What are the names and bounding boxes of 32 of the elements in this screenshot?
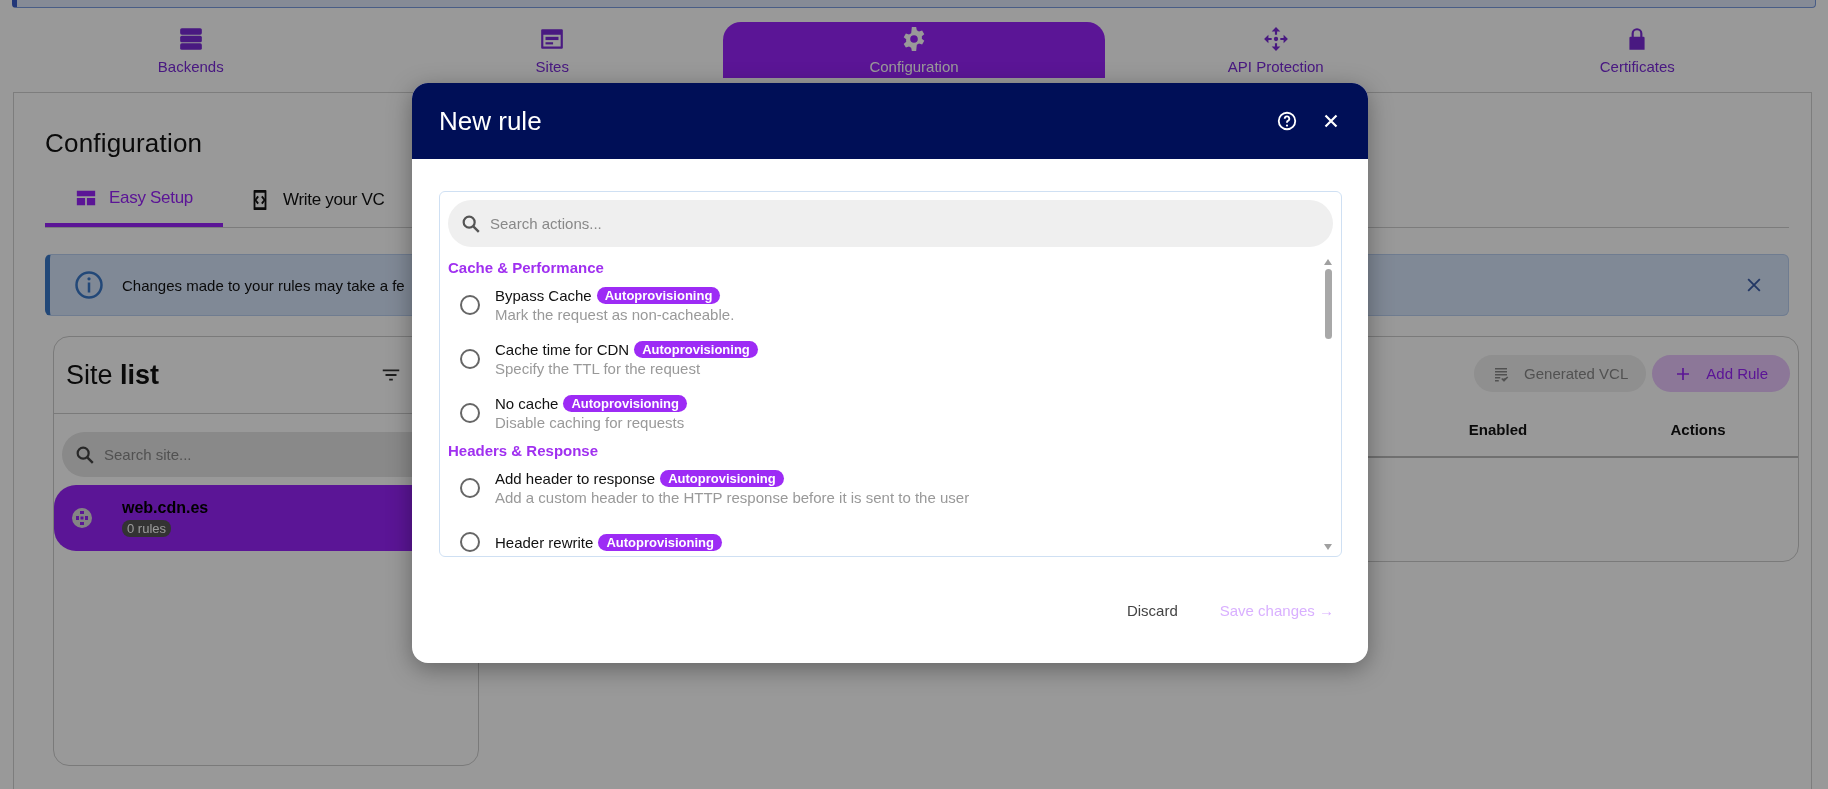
discard-button[interactable]: Discard bbox=[1116, 595, 1188, 625]
autoprovisioning-badge: Autoprovisioning bbox=[634, 341, 758, 358]
banner-message: Changes made to your rules may take a fe bbox=[122, 276, 406, 294]
site-name: web.cdn.es bbox=[122, 499, 209, 517]
nav-tab[interactable]: Backends bbox=[10, 22, 372, 78]
rule-count-badge: 0 rules bbox=[122, 520, 172, 537]
autoprovisioning-badge: Autoprovisioning bbox=[563, 395, 687, 412]
action-name: Cache time for CDN bbox=[495, 341, 630, 358]
column-header: Actions bbox=[1669, 420, 1727, 438]
action-description: Mark the request as non-cacheable. bbox=[495, 306, 735, 323]
tab[interactable]: Write your VC bbox=[222, 173, 415, 227]
action-name: Header rewrite bbox=[495, 533, 594, 551]
autoprovisioning-badge: Autoprovisioning bbox=[660, 470, 784, 487]
search-field[interactable]: Search actions... bbox=[448, 200, 1333, 247]
page-title: Configuration bbox=[45, 127, 204, 160]
generated-vcl-button[interactable]: Generated VCL bbox=[1474, 355, 1647, 392]
action-description: Add a custom header to the HTTP response before it is sent to the user bbox=[495, 489, 970, 506]
panel-title: Site list bbox=[66, 359, 161, 391]
add-rule-button[interactable]: Add Rule bbox=[1652, 355, 1790, 392]
dialog-title: New rule bbox=[439, 105, 543, 137]
nav-tab[interactable]: Certificates bbox=[1456, 22, 1818, 78]
nav-tab[interactable]: Configuration bbox=[723, 22, 1105, 78]
action-name: Bypass Cache bbox=[495, 287, 592, 304]
autoprovisioning-badge: Autoprovisioning bbox=[596, 287, 721, 304]
group-heading: Cache & Performance bbox=[448, 259, 605, 276]
action-name: Add header to response bbox=[495, 470, 656, 487]
column-header: Enabled bbox=[1467, 420, 1529, 438]
action-description: Specify the TTL for the request bbox=[495, 360, 702, 377]
action-description: Disable caching for requests bbox=[495, 414, 686, 431]
action-name: No cache bbox=[495, 395, 559, 412]
autoprovisioning-badge: Autoprovisioning bbox=[598, 533, 722, 551]
tab[interactable]: Easy Setup bbox=[45, 173, 223, 227]
